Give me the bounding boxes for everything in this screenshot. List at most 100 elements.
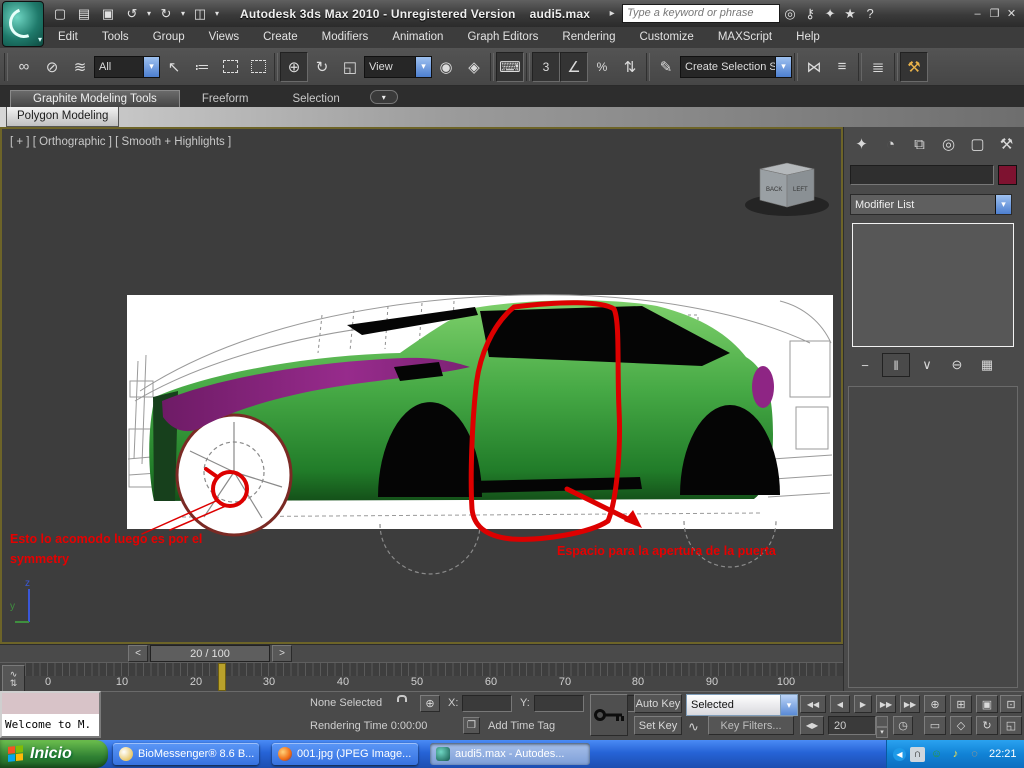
mirror-icon[interactable]: ⋈ xyxy=(800,52,828,82)
search-icon[interactable]: ◎ xyxy=(780,4,800,24)
select-and-rotate-icon[interactable]: ↻ xyxy=(308,52,336,82)
time-slider-thumb[interactable]: 20 / 100 xyxy=(150,645,270,662)
use-pivot-center-icon[interactable]: ◉ xyxy=(432,52,460,82)
keyshortcut-icon[interactable]: ⚷ xyxy=(800,4,820,24)
headset-icon[interactable]: ∩ xyxy=(910,747,925,762)
dropdown-arrow-icon[interactable]: ▾ xyxy=(995,195,1011,214)
frame-forward-button[interactable]: > xyxy=(272,645,292,662)
viewport[interactable]: [ + ] [ Orthographic ] [ Smooth + Highli… xyxy=(0,127,843,644)
menu-rendering[interactable]: Rendering xyxy=(550,27,627,48)
snap-toggle-3d-icon[interactable]: 3 xyxy=(532,52,560,82)
named-selection-set-dropdown[interactable]: Create Selection Se ▾ xyxy=(680,56,792,78)
viewcube[interactable]: BACK LEFT xyxy=(745,163,829,216)
ribbon-tab-freeform[interactable]: Freeform xyxy=(180,91,271,107)
set-keys-button[interactable] xyxy=(590,694,628,736)
start-button[interactable]: Inicio xyxy=(0,740,108,768)
add-time-tag[interactable]: Add Time Tag xyxy=(488,720,555,732)
communication-center-icon[interactable]: ✦ xyxy=(820,4,840,24)
key-filters-button[interactable]: Key Filters... xyxy=(708,716,794,735)
rollout-area[interactable] xyxy=(848,386,1018,688)
undo-caret-icon[interactable]: ▾ xyxy=(144,3,154,24)
tray-collapse-icon[interactable]: ◀ xyxy=(893,748,906,761)
absolute-mode-icon[interactable]: ⊕ xyxy=(420,695,440,712)
go-to-start-icon[interactable]: ◀◀ xyxy=(800,695,826,713)
play-icon[interactable]: ▶ xyxy=(854,695,872,713)
menu-create[interactable]: Create xyxy=(251,27,310,48)
track-bar[interactable]: ∿ ⇅ 0 10 20 30 40 50 60 70 80 90 100 xyxy=(0,662,843,692)
select-by-name-icon[interactable]: ≔ xyxy=(188,52,216,82)
search-go-icon[interactable]: ▸ xyxy=(602,4,622,24)
time-configuration-icon[interactable]: ◷ xyxy=(893,716,913,735)
dropdown-arrow-icon[interactable]: ▾ xyxy=(415,57,431,77)
task-firefox-image[interactable]: 001.jpg (JPEG Image... xyxy=(272,743,418,765)
undo-icon[interactable]: ↺ xyxy=(120,3,144,24)
select-object-icon[interactable]: ↖ xyxy=(160,52,188,82)
region-zoom-icon[interactable]: ▭ xyxy=(924,716,946,735)
x-coordinate-field[interactable] xyxy=(462,695,512,712)
track-bar-ruler[interactable]: 0 10 20 30 40 50 60 70 80 90 100 xyxy=(25,663,843,676)
create-tab-icon[interactable]: ✦ xyxy=(848,131,875,157)
pin-stack-icon[interactable]: − xyxy=(852,354,878,376)
viewcube-back-label[interactable]: BACK xyxy=(766,187,782,193)
manage-scenes-icon[interactable]: ◫ xyxy=(188,3,212,24)
go-to-end-icon[interactable]: ▶▶ xyxy=(900,695,920,713)
graphite-ribbon-toggle-icon[interactable]: ⚒ xyxy=(900,52,928,82)
zoom-all-icon[interactable]: ⊞ xyxy=(950,695,972,713)
utilities-tab-icon[interactable]: ⚒ xyxy=(993,131,1020,157)
angle-snap-icon[interactable]: ∠ xyxy=(560,52,588,82)
menu-group[interactable]: Group xyxy=(141,27,197,48)
show-end-result-icon[interactable]: ‖ xyxy=(882,353,910,377)
ribbon-tab-selection[interactable]: Selection xyxy=(270,91,361,107)
menu-views[interactable]: Views xyxy=(197,27,251,48)
open-file-icon[interactable]: ▤ xyxy=(72,3,96,24)
unlink-selection-icon[interactable]: ⊘ xyxy=(38,52,66,82)
viewcube-left-label[interactable]: LEFT xyxy=(793,187,808,193)
configure-modifier-sets-icon[interactable]: ▦ xyxy=(974,354,1000,376)
search-input[interactable]: Type a keyword or phrase xyxy=(622,4,780,23)
ribbon-minimize-icon[interactable]: ▾ xyxy=(370,90,398,104)
rectangular-region-icon[interactable] xyxy=(216,52,244,82)
current-frame-marker[interactable] xyxy=(218,663,226,691)
menu-customize[interactable]: Customize xyxy=(627,27,705,48)
menu-animation[interactable]: Animation xyxy=(380,27,455,48)
layer-manager-icon[interactable]: ≣ xyxy=(864,52,892,82)
task-3dsmax[interactable]: audi5.max - Autodes... xyxy=(430,743,590,765)
object-name-field[interactable] xyxy=(850,165,994,185)
make-unique-icon[interactable]: ∨ xyxy=(914,354,940,376)
key-mode-toggle-icon[interactable]: ◀▶ xyxy=(800,716,824,735)
time-slider-track[interactable]: < 20 / 100 > xyxy=(0,644,843,662)
maximize-viewport-icon[interactable]: ◱ xyxy=(1000,716,1022,735)
reference-coordinate-dropdown[interactable]: View ▾ xyxy=(364,56,432,78)
minimize-button[interactable]: – xyxy=(969,6,986,21)
mini-curve-editor-button[interactable]: ∿ ⇅ xyxy=(2,665,25,692)
dropdown-arrow-icon[interactable]: ▾ xyxy=(143,57,159,77)
percent-snap-icon[interactable]: % xyxy=(588,52,616,82)
welcome-window[interactable]: Welcome to M. xyxy=(0,691,101,738)
y-coordinate-field[interactable] xyxy=(534,695,584,712)
redo-caret-icon[interactable]: ▾ xyxy=(178,3,188,24)
new-scene-icon[interactable]: ▢ xyxy=(48,3,72,24)
favorites-star-icon[interactable]: ★ xyxy=(840,4,860,24)
frame-back-button[interactable]: < xyxy=(128,645,148,662)
menu-help[interactable]: Help xyxy=(784,27,832,48)
dropdown-arrow-icon[interactable]: ▾ xyxy=(780,695,797,715)
frame-spinner[interactable]: ▾ xyxy=(876,716,888,738)
volume-icon[interactable]: ♪ xyxy=(948,747,963,762)
motion-tab-icon[interactable]: ◎ xyxy=(935,131,962,157)
previous-frame-icon[interactable]: ◀ xyxy=(830,695,850,713)
quick-access-caret-icon[interactable]: ▾ xyxy=(212,3,222,24)
menu-edit[interactable]: Edit xyxy=(46,27,90,48)
auto-key-button[interactable]: Auto Key xyxy=(634,694,682,713)
select-and-manipulate-icon[interactable]: ◈ xyxy=(460,52,488,82)
hierarchy-tab-icon[interactable]: ⧉ xyxy=(906,131,933,157)
align-icon[interactable]: ≡ xyxy=(828,52,856,82)
set-key-button[interactable]: Set Key xyxy=(634,716,682,735)
pan-icon[interactable]: ◇ xyxy=(950,716,972,735)
restore-button[interactable]: ❐ xyxy=(986,6,1003,21)
tray-misc-icon[interactable]: ◌ xyxy=(967,747,982,762)
menu-maxscript[interactable]: MAXScript xyxy=(706,27,784,48)
arc-rotate-icon[interactable]: ↻ xyxy=(976,716,998,735)
dropdown-arrow-icon[interactable]: ▾ xyxy=(775,57,791,77)
selection-filter-dropdown[interactable]: All ▾ xyxy=(94,56,160,78)
menu-modifiers[interactable]: Modifiers xyxy=(310,27,381,48)
